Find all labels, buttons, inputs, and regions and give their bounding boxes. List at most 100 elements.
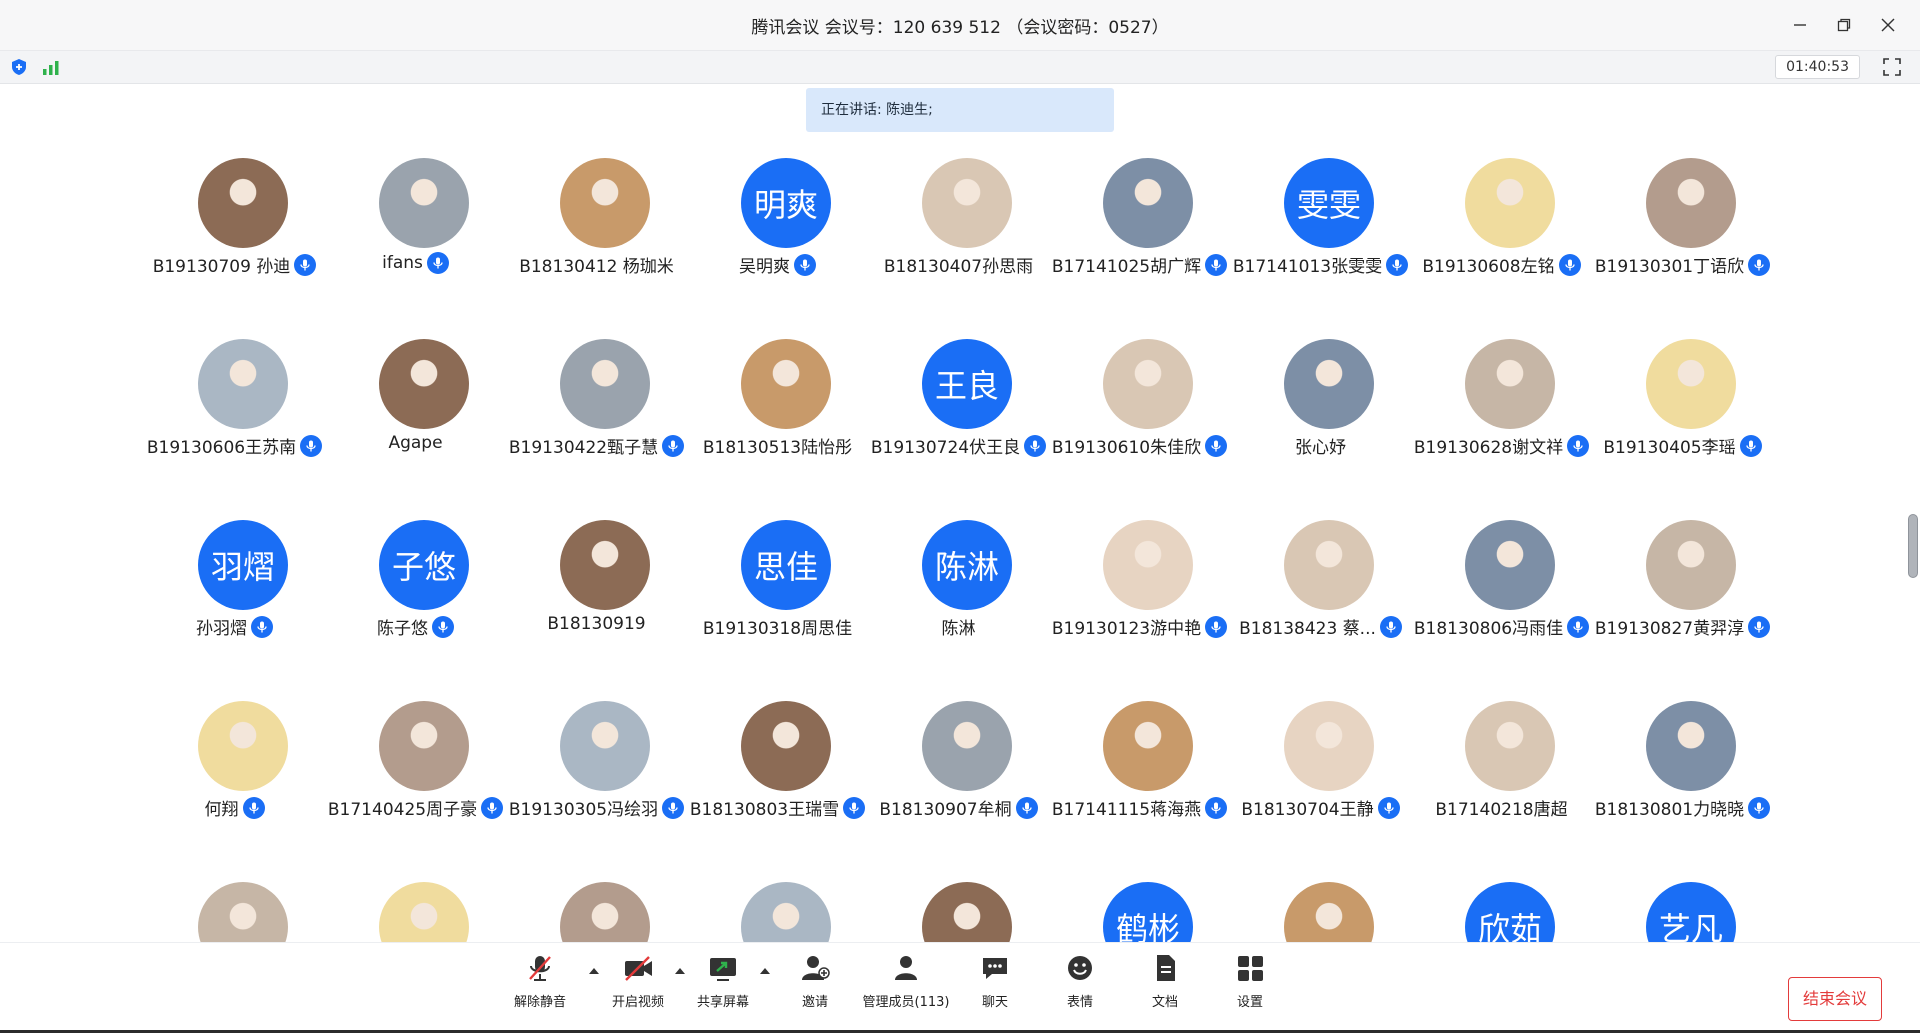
participant-name: B17140425周子豪 xyxy=(327,800,478,820)
participant-avatar-photo xyxy=(560,520,650,610)
participant-tile[interactable]: B19130610朱佳欣 xyxy=(1049,339,1230,509)
mic-active-icon xyxy=(1205,253,1228,276)
participant-avatar-photo xyxy=(379,158,469,248)
participant-tile[interactable]: B19130608左铭 xyxy=(1411,158,1592,328)
participant-tile[interactable] xyxy=(1230,882,1411,942)
participant-tile[interactable]: B19130301丁语欣 xyxy=(1592,158,1773,328)
participant-name-row: B17140218唐超 xyxy=(1411,795,1592,820)
start-video-button[interactable]: 开启视频 xyxy=(603,953,673,1013)
participant-tile[interactable]: 何翔 xyxy=(144,701,325,871)
scrollbar-thumb[interactable] xyxy=(1908,514,1918,578)
participant-tile[interactable]: 欣茹 xyxy=(1411,882,1592,942)
participant-tile[interactable]: B17140425周子豪 xyxy=(325,701,506,871)
participant-tile[interactable]: 张心妤 xyxy=(1230,339,1411,509)
manage-members-button[interactable]: 管理成员(113) xyxy=(856,953,956,1013)
mic-active-icon xyxy=(294,253,317,276)
participant-name-row: B19130405李瑶 xyxy=(1592,433,1773,458)
participant-tile[interactable]: B19130628谢文祥 xyxy=(1411,339,1592,509)
mic-active-icon xyxy=(1386,253,1409,276)
invite-button[interactable]: 邀请 xyxy=(780,953,850,1013)
participant-name: B19130123游中艳 xyxy=(1051,619,1202,639)
participant-name: 陈淋 xyxy=(941,619,976,639)
participant-name: B19130422甄子慧 xyxy=(508,438,659,458)
participant-avatar-photo xyxy=(1103,339,1193,429)
participant-tile[interactable]: B19130405李瑶 xyxy=(1592,339,1773,509)
chat-button[interactable]: 聊天 xyxy=(960,953,1030,1013)
participant-avatar-photo xyxy=(1465,158,1555,248)
participant-tile[interactable]: 子悠 陈子悠 xyxy=(325,520,506,690)
participant-tile[interactable]: B19130709 孙迪 xyxy=(144,158,325,328)
scrollbar[interactable] xyxy=(1906,82,1920,942)
participant-name-row: B19130827黄羿淳 xyxy=(1592,614,1773,639)
audio-options-caret-icon[interactable] xyxy=(588,967,600,975)
participant-tile[interactable]: B18130919 xyxy=(506,520,687,690)
participant-tile[interactable]: B18130801力晓晓 xyxy=(1592,701,1773,871)
participant-name-row: B18130412 杨珈米 xyxy=(506,252,687,277)
participant-tile[interactable]: B18130806冯雨佳 xyxy=(1411,520,1592,690)
participant-tile[interactable]: 明爽 吴明爽 xyxy=(687,158,868,328)
participant-tile[interactable]: B18130407孙思雨 xyxy=(868,158,1049,328)
participant-grid: B19130709 孙迪 ifans B18130412 杨珈米 明爽 吴明爽 B1813… xyxy=(0,0,1920,942)
participant-tile[interactable]: 艺凡 xyxy=(1592,882,1773,942)
participant-avatar-photo xyxy=(741,701,831,791)
participant-tile[interactable]: B19130606王苏南 xyxy=(144,339,325,509)
participant-tile[interactable]: B19130422甄子慧 xyxy=(506,339,687,509)
video-off-icon xyxy=(625,956,652,981)
participant-name: B18130803王瑞雪 xyxy=(689,800,840,820)
participant-name: B18130806冯雨佳 xyxy=(1413,619,1564,639)
manage-members-label: 管理成员(113) xyxy=(862,995,950,1010)
share-screen-button[interactable]: 共享屏幕 xyxy=(688,953,758,1013)
participant-name: B19130318周思佳 xyxy=(702,619,853,639)
participant-tile[interactable]: B17141025胡广辉 xyxy=(1049,158,1230,328)
end-meeting-button[interactable]: 结束会议 xyxy=(1788,977,1882,1021)
participant-name: B19130606王苏南 xyxy=(146,438,297,458)
participant-name: 孙羽熠 xyxy=(196,619,247,639)
participant-tile[interactable]: Agape xyxy=(325,339,506,509)
participant-name: Agape xyxy=(388,433,443,453)
participant-tile[interactable] xyxy=(506,882,687,942)
reactions-button[interactable]: 表情 xyxy=(1045,953,1115,1013)
participant-tile[interactable]: B19130305冯绘羽 xyxy=(506,701,687,871)
share-options-caret-icon[interactable] xyxy=(759,967,771,975)
participant-tile[interactable] xyxy=(868,882,1049,942)
video-options-caret-icon[interactable] xyxy=(674,967,686,975)
participant-tile[interactable] xyxy=(687,882,868,942)
unmute-button[interactable]: 解除静音 xyxy=(505,953,575,1013)
participant-tile[interactable]: ifans xyxy=(325,158,506,328)
participant-name-row: B19130422甄子慧 xyxy=(506,433,687,458)
participant-name-row: B18130907牟桐 xyxy=(868,795,1049,820)
participant-tile[interactable]: B18130412 杨珈米 xyxy=(506,158,687,328)
participant-tile[interactable]: B19130827黄羿淳 xyxy=(1592,520,1773,690)
participant-tile[interactable]: B17141115蒋海燕 xyxy=(1049,701,1230,871)
participant-avatar-photo xyxy=(1284,882,1374,942)
participant-tile[interactable]: B18130704王静 xyxy=(1230,701,1411,871)
participant-tile[interactable]: B17140218唐超 xyxy=(1411,701,1592,871)
participant-tile[interactable] xyxy=(144,882,325,942)
participant-tile[interactable]: 王良 B19130724伏王良 xyxy=(868,339,1049,509)
participant-avatar-photo xyxy=(1646,520,1736,610)
participant-tile[interactable]: B19130123游中艳 xyxy=(1049,520,1230,690)
participant-tile[interactable]: B18130513陆怡彤 xyxy=(687,339,868,509)
participant-name-row: B18130803王瑞雪 xyxy=(687,795,868,820)
participant-tile[interactable]: 陈淋 陈淋 xyxy=(868,520,1049,690)
participant-avatar-initials: 陈淋 xyxy=(922,520,1012,610)
participant-tile[interactable]: B18138423 蔡... xyxy=(1230,520,1411,690)
participant-name: B18130412 杨珈米 xyxy=(519,257,674,277)
participant-tile[interactable]: B18130907牟桐 xyxy=(868,701,1049,871)
participant-avatar-initials: 欣茹 xyxy=(1465,882,1555,942)
participant-avatar-photo xyxy=(1646,701,1736,791)
mic-active-icon xyxy=(300,434,323,457)
participant-tile[interactable]: 鹤彬 xyxy=(1049,882,1230,942)
participant-avatar-photo xyxy=(1465,701,1555,791)
participant-tile[interactable]: 思佳 B19130318周思佳 xyxy=(687,520,868,690)
participant-tile[interactable] xyxy=(325,882,506,942)
participant-tile[interactable]: 羽熠 孙羽熠 xyxy=(144,520,325,690)
participant-name: B19130608左铭 xyxy=(1422,257,1555,277)
invite-user-icon xyxy=(802,956,830,980)
share-screen-label: 共享屏幕 xyxy=(696,995,749,1010)
documents-button[interactable]: 文档 xyxy=(1130,953,1200,1013)
participant-tile[interactable]: 雯雯 B17141013张雯雯 xyxy=(1230,158,1411,328)
participant-avatar-initials: 雯雯 xyxy=(1284,158,1374,248)
participant-tile[interactable]: B18130803王瑞雪 xyxy=(687,701,868,871)
settings-button[interactable]: 设置 xyxy=(1215,953,1285,1013)
